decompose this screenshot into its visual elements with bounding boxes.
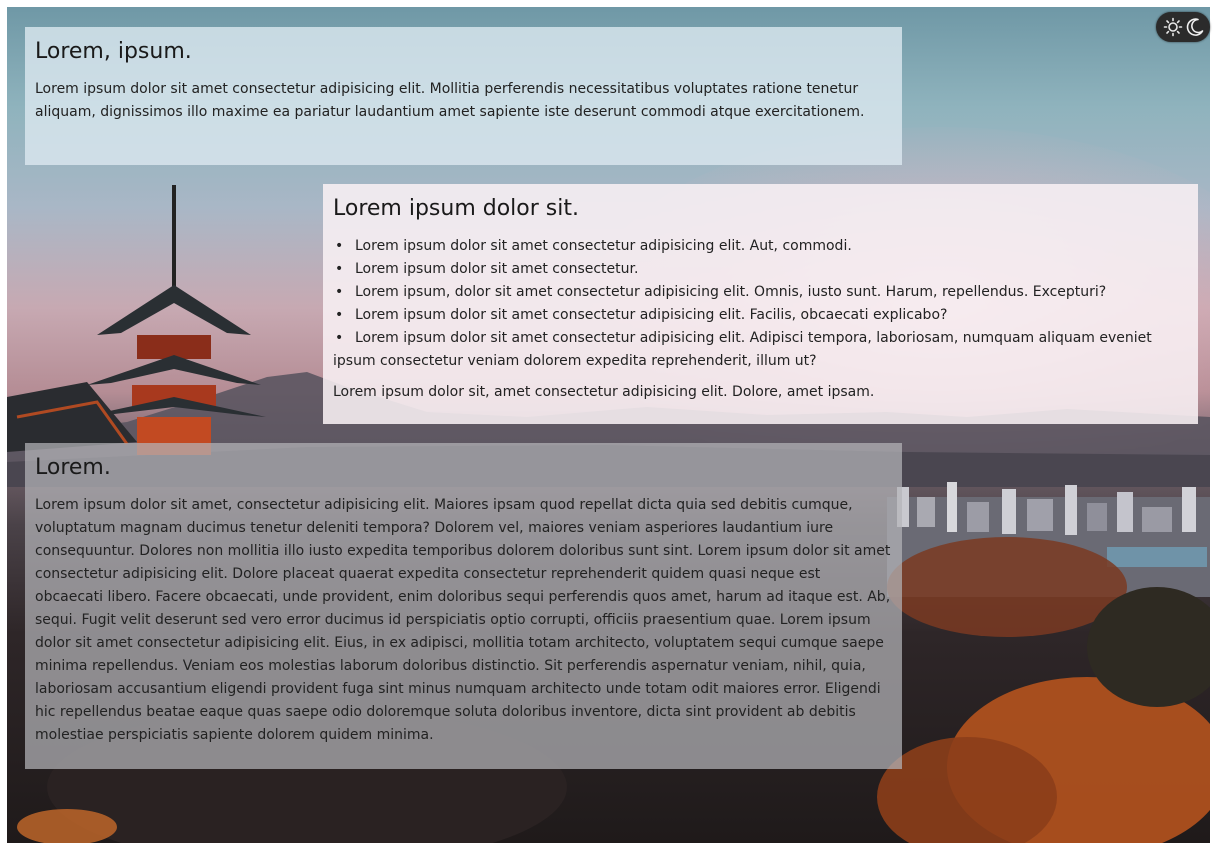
- list-item: • Lorem ipsum dolor sit amet consectetur …: [333, 327, 1188, 373]
- list-item: • Lorem ipsum, dolor sit amet consectetur…: [333, 281, 1188, 304]
- sun-icon: [1163, 17, 1183, 37]
- list-item: • Lorem ipsum dolor sit amet consectetur.: [333, 258, 1188, 281]
- section-title: Lorem, ipsum.: [35, 39, 192, 64]
- theme-toggle[interactable]: [1156, 12, 1210, 42]
- temple-roof: [7, 382, 137, 452]
- section-card: Lorem. Lorem ipsum dolor sit amet, conse…: [25, 443, 902, 769]
- list-item: • Lorem ipsum dolor sit amet consectetur …: [333, 235, 1188, 258]
- bullet-icon: •: [335, 261, 344, 277]
- section-paragraph: Lorem ipsum dolor sit amet consectetur a…: [35, 81, 865, 120]
- section-card: Lorem, ipsum. Lorem ipsum dolor sit amet…: [25, 27, 902, 165]
- section-title: Lorem.: [35, 455, 111, 480]
- section-paragraph: Lorem ipsum dolor sit amet, consectetur …: [35, 497, 891, 743]
- bullet-icon: •: [335, 330, 344, 346]
- section-paragraph: Lorem ipsum dolor sit, amet consectetur …: [333, 384, 875, 400]
- bullet-icon: •: [335, 284, 344, 300]
- section-title: Lorem ipsum dolor sit.: [333, 196, 579, 221]
- list-item: • Lorem ipsum dolor sit amet consectetur …: [333, 304, 1188, 327]
- bullet-list: • Lorem ipsum dolor sit amet consectetur …: [333, 235, 1188, 373]
- bullet-icon: •: [335, 238, 344, 254]
- moon-icon: [1186, 18, 1204, 36]
- bullet-icon: •: [335, 307, 344, 323]
- section-card: Lorem ipsum dolor sit. • Lorem ipsum dolo…: [323, 184, 1198, 424]
